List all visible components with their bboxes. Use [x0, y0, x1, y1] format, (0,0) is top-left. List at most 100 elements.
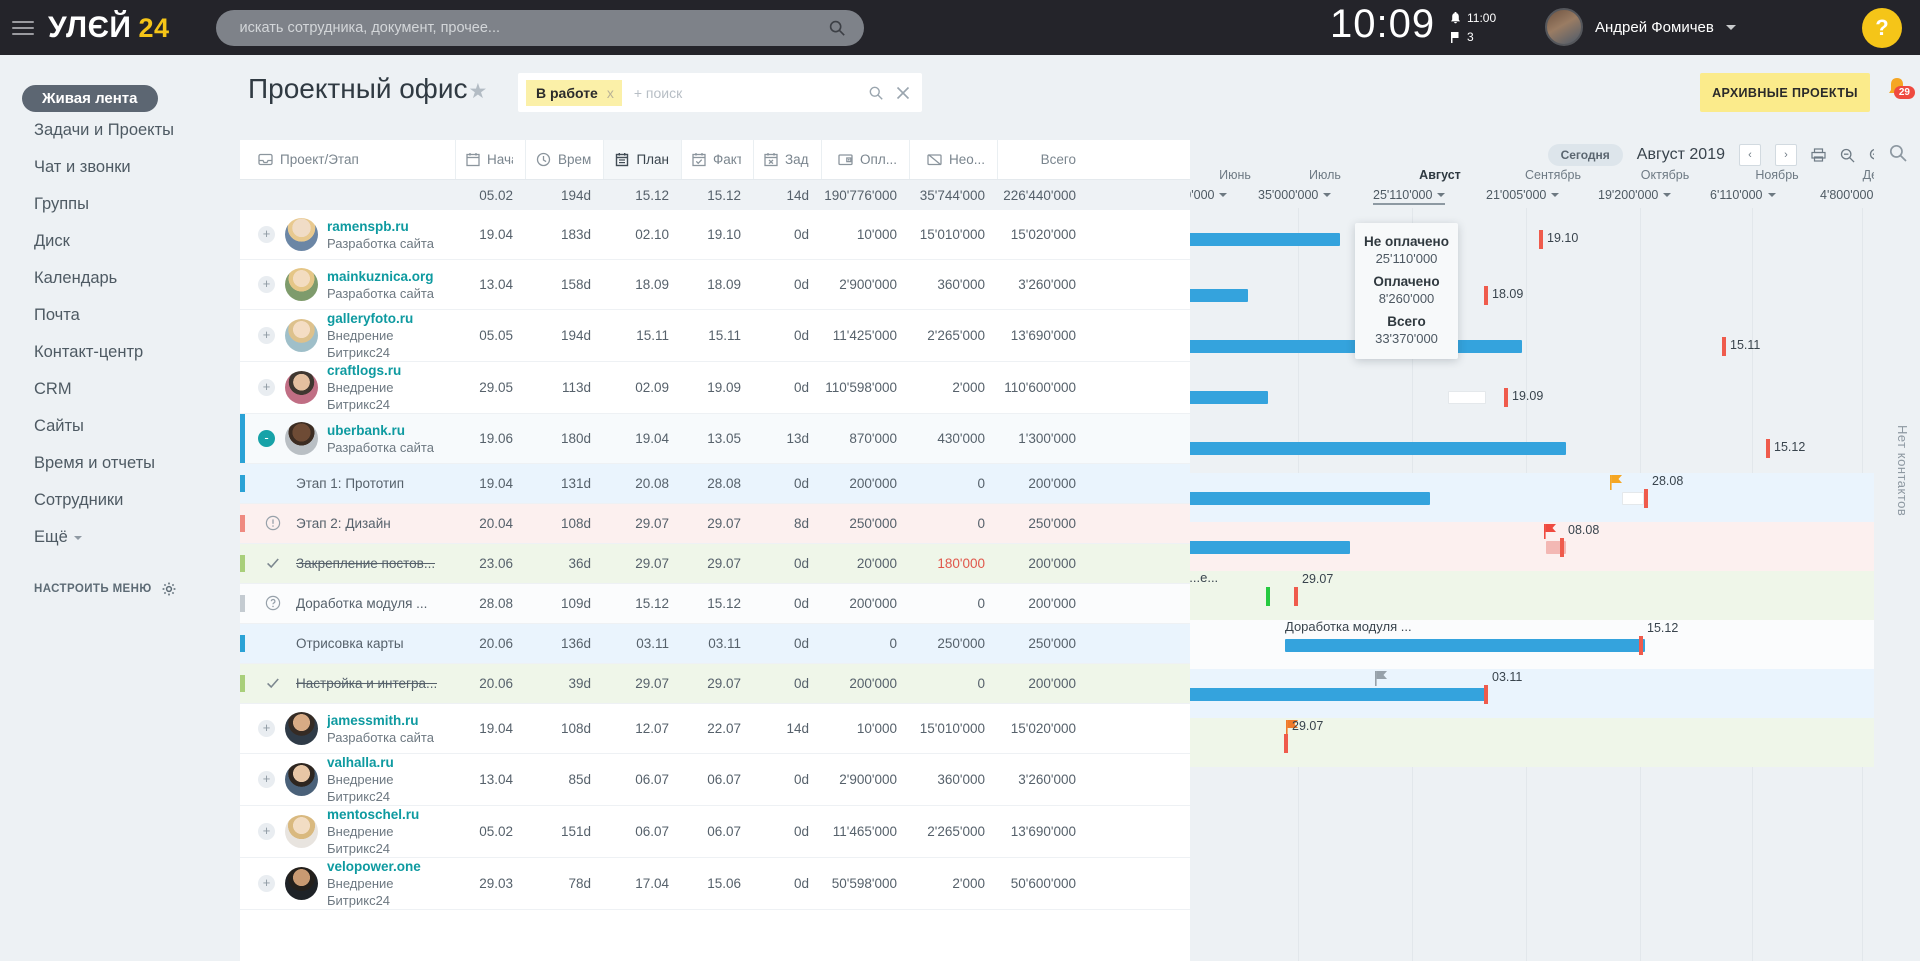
gantt-month-amount-0[interactable]: '010'000: [1190, 188, 1228, 202]
table-row[interactable]: Настройка и интегра... 20.06 39d 29.07 29.0…: [240, 664, 1190, 704]
filter-bar[interactable]: В работе x + поиск: [518, 73, 922, 112]
avatar[interactable]: [285, 867, 318, 900]
project-name-link[interactable]: jamessmith.ru: [327, 712, 434, 729]
row-expander[interactable]: +: [258, 226, 275, 243]
sidebar-item-11[interactable]: Сотрудники: [0, 482, 238, 519]
row-expander[interactable]: +: [258, 771, 275, 788]
search-icon[interactable]: [868, 85, 884, 101]
sidebar-item-0[interactable]: Живая лента: [22, 85, 158, 112]
table-row[interactable]: + jamessmith.ru Разработка сайта 19.04 10…: [240, 704, 1190, 754]
table-row[interactable]: Этап 2: Дизайн 20.04 108d 29.07 29.07 8d 250'…: [240, 504, 1190, 544]
project-name-link[interactable]: valhalla.ru: [327, 754, 443, 771]
chevron-down-icon[interactable]: [1323, 193, 1332, 197]
chevron-left-icon[interactable]: ‹: [1739, 144, 1761, 166]
gantt-month-amount-3[interactable]: 21'005'000: [1486, 188, 1560, 202]
project-name-link[interactable]: ramenspb.ru: [327, 218, 434, 235]
column-header-pay[interactable]: Опл...: [821, 140, 909, 179]
today-button[interactable]: Сегодня: [1547, 144, 1623, 166]
table-row[interactable]: + mainkuznica.org Разработка сайта 13.04…: [240, 260, 1190, 310]
table-row[interactable]: + mentoschel.ru Внедрение Битрикс24 05.0…: [240, 806, 1190, 858]
star-icon[interactable]: ★: [469, 80, 488, 103]
row-expander[interactable]: +: [258, 875, 275, 892]
table-row[interactable]: - uberbank.ru Разработка сайта 19.06 180d…: [240, 414, 1190, 464]
column-header-start[interactable]: Нача...: [455, 140, 525, 179]
gantt-month-amount-1[interactable]: 35'000'000: [1258, 188, 1332, 202]
sidebar-item-10[interactable]: Время и отчеты: [0, 445, 238, 482]
gantt-bar[interactable]: [1190, 289, 1248, 302]
gantt-bar[interactable]: [1285, 639, 1645, 652]
chevron-down-icon[interactable]: [1551, 193, 1560, 197]
column-header-time[interactable]: Время: [525, 140, 603, 179]
filter-chip[interactable]: В работе x: [526, 79, 622, 106]
chevron-down-icon[interactable]: [1663, 193, 1672, 197]
avatar[interactable]: [285, 371, 318, 404]
project-name-link[interactable]: craftlogs.ru: [327, 362, 443, 379]
column-header-nopay[interactable]: Нео...: [909, 140, 997, 179]
sidebar-item-4[interactable]: Диск: [0, 223, 238, 260]
zoom-out-icon[interactable]: [1840, 148, 1855, 163]
chevron-down-icon[interactable]: [1437, 193, 1446, 197]
table-row[interactable]: + craftlogs.ru Внедрение Битрикс24 29.05…: [240, 362, 1190, 414]
gantt-bar[interactable]: [1190, 391, 1268, 404]
chevron-down-icon[interactable]: [1219, 193, 1228, 197]
sidebar-item-1[interactable]: Задачи и Проекты: [0, 112, 238, 149]
app-logo[interactable]: УЛЄЙ 24: [48, 11, 170, 45]
avatar[interactable]: [285, 763, 318, 796]
table-row[interactable]: Закрепление постов... 23.06 36d 29.07 29.07…: [240, 544, 1190, 584]
avatar[interactable]: [1545, 8, 1583, 46]
sidebar-item-12[interactable]: Ещё: [0, 519, 238, 556]
table-row[interactable]: + valhalla.ru Внедрение Битрикс24 13.04 8…: [240, 754, 1190, 806]
avatar[interactable]: [285, 422, 318, 455]
row-expander[interactable]: +: [258, 379, 275, 396]
avatar[interactable]: [285, 268, 318, 301]
gantt-bar[interactable]: [1190, 442, 1566, 455]
column-header-fact[interactable]: Факт: [681, 140, 753, 179]
stage-name[interactable]: Закрепление постов...: [296, 556, 435, 571]
project-name-link[interactable]: galleryfoto.ru: [327, 310, 443, 327]
search-icon[interactable]: [1888, 143, 1908, 163]
avatar[interactable]: [285, 319, 318, 352]
project-name-link[interactable]: velopower.one: [327, 858, 443, 875]
stage-name[interactable]: Доработка модуля ...: [296, 596, 427, 611]
sidebar-item-8[interactable]: CRM: [0, 371, 238, 408]
column-header-plan[interactable]: План: [603, 140, 681, 179]
avatar[interactable]: [285, 712, 318, 745]
stage-name[interactable]: Отрисовка карты: [296, 636, 404, 651]
project-name-link[interactable]: uberbank.ru: [327, 422, 434, 439]
avatar[interactable]: [285, 218, 318, 251]
stage-name[interactable]: Этап 1: Прототип: [296, 476, 404, 491]
column-header-task[interactable]: Зад...: [753, 140, 821, 179]
sidebar-item-9[interactable]: Сайты: [0, 408, 238, 445]
table-row[interactable]: Доработка модуля ... 28.08 109d 15.12 15.12…: [240, 584, 1190, 624]
table-row[interactable]: + galleryfoto.ru Внедрение Битрикс24 05.…: [240, 310, 1190, 362]
column-header-name[interactable]: Проект/Этап: [240, 140, 455, 179]
sidebar-item-7[interactable]: Контакт-центр: [0, 334, 238, 371]
close-icon[interactable]: x: [607, 85, 614, 101]
gantt-bar[interactable]: [1190, 233, 1340, 246]
table-row[interactable]: Этап 1: Прототип 19.04 131d 20.08 28.08 0d 20…: [240, 464, 1190, 504]
chevron-down-icon[interactable]: [1725, 24, 1736, 30]
row-expander[interactable]: +: [258, 823, 275, 840]
notifications-button[interactable]: 29: [1884, 75, 1915, 101]
row-expander[interactable]: -: [258, 430, 275, 447]
column-header-total[interactable]: Всего: [997, 140, 1090, 179]
printer-icon[interactable]: [1811, 148, 1826, 162]
search-icon[interactable]: [828, 19, 846, 37]
global-search[interactable]: [215, 9, 864, 46]
gantt-month-amount-4[interactable]: 19'200'000: [1598, 188, 1672, 202]
user-menu[interactable]: Андрей Фомичев: [1545, 8, 1736, 46]
filter-placeholder[interactable]: + поиск: [634, 85, 682, 101]
chevron-down-icon[interactable]: [1767, 193, 1776, 197]
avatar[interactable]: [285, 815, 318, 848]
table-row[interactable]: + ramenspb.ru Разработка сайта 19.04 183d…: [240, 210, 1190, 260]
gantt-month-amount-2[interactable]: 25'110'000: [1373, 188, 1446, 205]
project-name-link[interactable]: mentoschel.ru: [327, 806, 443, 823]
sidebar-item-6[interactable]: Почта: [0, 297, 238, 334]
stage-name[interactable]: Этап 2: Дизайн: [296, 516, 391, 531]
archive-projects-button[interactable]: АРХИВНЫЕ ПРОЕКТЫ: [1700, 73, 1870, 112]
gantt-bar[interactable]: [1190, 688, 1485, 701]
search-input[interactable]: [215, 19, 864, 36]
sidebar-item-3[interactable]: Группы: [0, 186, 238, 223]
help-button[interactable]: ?: [1862, 8, 1902, 48]
row-expander[interactable]: +: [258, 327, 275, 344]
